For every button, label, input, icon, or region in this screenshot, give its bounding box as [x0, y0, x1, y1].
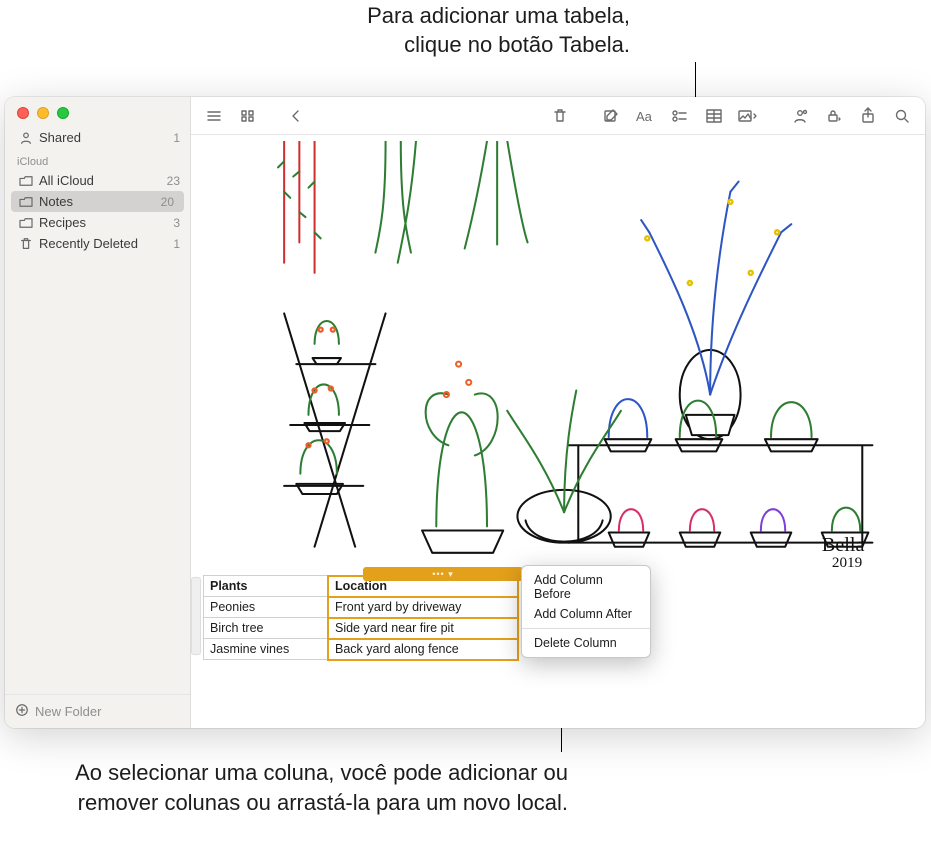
sidebar-item-count: 3	[173, 216, 180, 230]
column-handle-selected[interactable]: ••• ▾	[363, 567, 523, 581]
sidebar-item-label: All iCloud	[39, 173, 161, 188]
sidebar-item-count: 20	[161, 195, 174, 209]
menu-separator	[522, 628, 650, 629]
row-handle[interactable]	[191, 577, 201, 655]
signature-name: Bella	[822, 534, 865, 556]
note-table-container: ••• ▾ Plants Location Peonies Front yard…	[203, 575, 913, 660]
back-button[interactable]	[281, 103, 311, 129]
table-cell[interactable]: Front yard by driveway	[328, 597, 517, 618]
table-cell[interactable]: Side yard near fire pit	[328, 618, 517, 639]
table-button[interactable]	[699, 103, 729, 129]
menu-add-column-after[interactable]: Add Column After	[522, 604, 650, 624]
share-button[interactable]	[853, 103, 883, 129]
text-style-button[interactable]: Aa	[631, 103, 661, 129]
callout-top: Para adicionar uma tabela, clique no bot…	[330, 2, 630, 59]
plus-circle-icon	[15, 703, 29, 720]
sidebar-section-head: iCloud	[5, 148, 190, 170]
note-main: Aa	[191, 97, 925, 728]
checklist-button[interactable]	[665, 103, 695, 129]
search-button[interactable]	[887, 103, 917, 129]
sidebar-item-all-icloud[interactable]: All iCloud 23	[5, 170, 190, 191]
note-table[interactable]: Plants Location Peonies Front yard by dr…	[203, 575, 518, 660]
sidebar-item-label: Shared	[39, 130, 167, 145]
compose-button[interactable]	[597, 103, 627, 129]
minimize-window-button[interactable]	[37, 107, 49, 119]
sidebar-item-label: Notes	[39, 194, 155, 209]
view-grid-button[interactable]	[233, 103, 263, 129]
table-cell[interactable]: Birch tree	[204, 618, 329, 639]
trash-icon	[19, 237, 33, 251]
sidebar-item-count: 1	[173, 237, 180, 251]
note-canvas[interactable]: Bella 2019 ••• ▾ Plants Location	[191, 135, 925, 728]
lock-button[interactable]	[819, 103, 849, 129]
menu-add-column-before[interactable]: Add Column Before	[522, 570, 650, 604]
sidebar-item-label: Recently Deleted	[39, 236, 167, 251]
zoom-window-button[interactable]	[57, 107, 69, 119]
close-window-button[interactable]	[17, 107, 29, 119]
callout-top-leader	[695, 62, 696, 97]
folder-icon	[19, 217, 33, 229]
column-context-menu: Add Column Before Add Column After Delet…	[521, 565, 651, 658]
folder-icon	[19, 196, 33, 208]
sidebar: Shared 1 iCloud All iCloud 23 Notes 20 R…	[5, 97, 191, 728]
sidebar-shared[interactable]: Shared 1	[5, 127, 190, 148]
table-row: Peonies Front yard by driveway	[204, 597, 518, 618]
delete-button[interactable]	[545, 103, 575, 129]
drag-dots-icon: ••• ▾	[432, 569, 453, 580]
view-list-button[interactable]	[199, 103, 229, 129]
table-cell[interactable]: Back yard along fence	[328, 639, 517, 660]
sidebar-item-count: 23	[167, 174, 180, 188]
new-folder-label: New Folder	[35, 704, 101, 719]
sidebar-item-count: 1	[173, 131, 180, 145]
sidebar-item-label: Recipes	[39, 215, 167, 230]
people-icon	[19, 131, 33, 145]
sketch-drawing: Bella 2019	[203, 135, 913, 567]
sidebar-item-notes[interactable]: Notes 20	[11, 191, 184, 212]
table-row: Jasmine vines Back yard along fence	[204, 639, 518, 660]
window-controls	[5, 97, 190, 127]
signature-year: 2019	[832, 554, 862, 567]
new-folder-button[interactable]: New Folder	[5, 694, 190, 728]
media-button[interactable]	[733, 103, 763, 129]
table-cell[interactable]: Jasmine vines	[204, 639, 329, 660]
sidebar-item-recently-deleted[interactable]: Recently Deleted 1	[5, 233, 190, 254]
sidebar-item-recipes[interactable]: Recipes 3	[5, 212, 190, 233]
svg-text:Aa: Aa	[636, 109, 653, 124]
collaborate-button[interactable]	[785, 103, 815, 129]
folder-icon	[19, 175, 33, 187]
table-cell[interactable]: Peonies	[204, 597, 329, 618]
menu-delete-column[interactable]: Delete Column	[522, 633, 650, 653]
callout-bottom: Ao selecionar uma coluna, você pode adic…	[58, 758, 568, 817]
table-row: Birch tree Side yard near fire pit	[204, 618, 518, 639]
toolbar: Aa	[191, 97, 925, 135]
notes-window: Shared 1 iCloud All iCloud 23 Notes 20 R…	[5, 97, 925, 728]
table-header[interactable]: Plants	[204, 576, 329, 597]
